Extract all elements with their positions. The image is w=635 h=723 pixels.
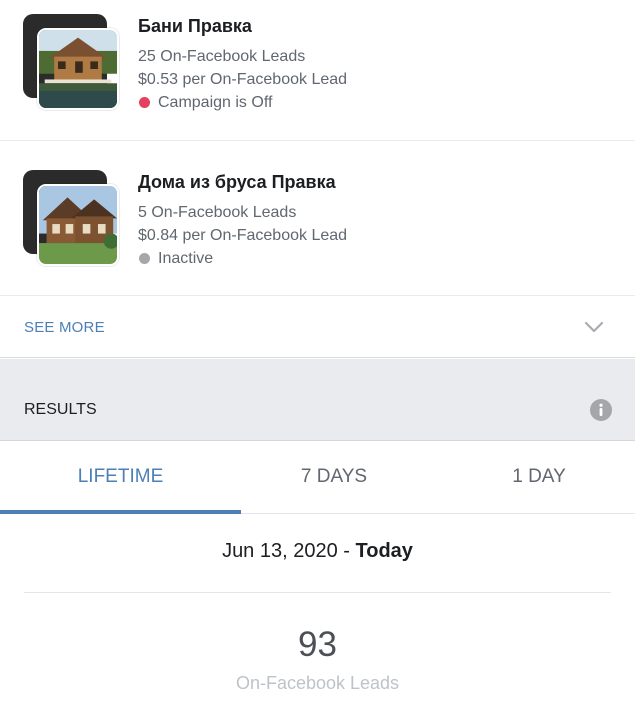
tab-lifetime[interactable]: LIFETIME	[0, 441, 241, 513]
campaign-leads: 5 On-Facebook Leads	[138, 204, 297, 221]
campaign-thumbnail-stack	[23, 14, 121, 110]
see-more-link[interactable]: SEE MORE	[24, 319, 105, 336]
info-icon[interactable]	[590, 399, 612, 421]
results-title: RESULTS	[24, 401, 97, 418]
chevron-down-icon[interactable]	[584, 320, 604, 334]
tab-7-days[interactable]: 7 DAYS	[214, 441, 454, 513]
see-more-row[interactable]: SEE MORE	[0, 297, 635, 358]
campaign-status: Inactive	[138, 247, 347, 270]
results-header: RESULTS	[0, 359, 635, 441]
date-range-start: Jun 13, 2020 -	[222, 540, 356, 562]
date-range: Jun 13, 2020 - Today	[0, 540, 635, 563]
active-tab-indicator	[0, 510, 241, 514]
campaign-cost: $0.84 per On-Facebook Lead	[138, 227, 348, 244]
status-dot-icon	[139, 97, 150, 108]
tab-1-day[interactable]: 1 DAY	[419, 441, 635, 513]
campaign-info: Дома из бруса Правка 5 On-Facebook Leads…	[138, 171, 347, 270]
date-range-end: Today	[355, 540, 413, 562]
campaign-title: Бани Правка	[138, 16, 252, 36]
campaign-leads: 25 On-Facebook Leads	[138, 48, 306, 65]
campaign-row[interactable]: Бани Правка 25 On-Facebook Leads $0.53 p…	[0, 0, 635, 141]
campaign-status-text: Inactive	[158, 250, 214, 267]
campaign-thumbnail-stack	[23, 170, 121, 266]
time-range-tabs: LIFETIME 7 DAYS 1 DAY	[0, 441, 635, 514]
campaign-info: Бани Правка 25 On-Facebook Leads $0.53 p…	[138, 15, 347, 114]
ads-manager-page: Бани Правка 25 On-Facebook Leads $0.53 p…	[0, 0, 635, 723]
divider	[24, 592, 611, 593]
campaign-row[interactable]: Дома из бруса Правка 5 On-Facebook Leads…	[0, 141, 635, 296]
campaign-status-text: Campaign is Off	[158, 94, 273, 111]
metric-label: On-Facebook Leads	[235, 673, 400, 693]
status-dot-icon	[139, 253, 150, 264]
campaign-status: Campaign is Off	[138, 91, 347, 114]
campaign-title: Дома из бруса Правка	[138, 172, 336, 192]
metric-value: 93	[298, 625, 337, 664]
bathhouse-thumbnail	[37, 28, 119, 110]
timber-house-thumbnail	[37, 184, 119, 266]
campaign-cost: $0.53 per On-Facebook Lead	[138, 71, 348, 88]
